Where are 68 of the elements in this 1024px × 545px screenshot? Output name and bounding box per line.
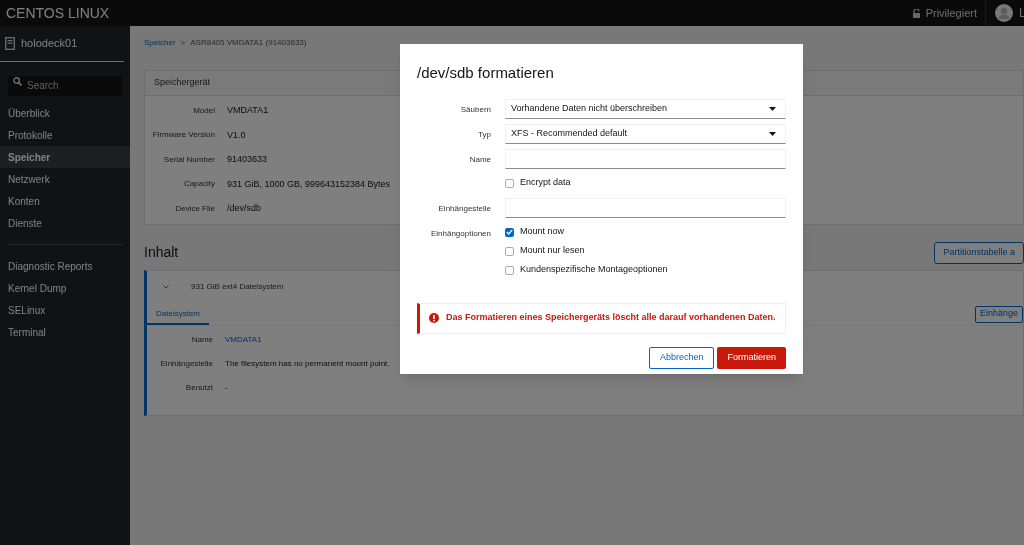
checkbox[interactable] — [505, 227, 514, 237]
search-icon — [13, 77, 22, 86]
checkbox[interactable] — [505, 178, 514, 188]
brand-title: CENTOS LINUX — [6, 3, 110, 23]
avatar-icon[interactable] — [995, 4, 1013, 22]
format-button[interactable]: Formatieren — [717, 346, 786, 369]
field-value: /dev/sdb — [227, 202, 262, 215]
field-label: Serial Number — [162, 153, 215, 166]
field-label: Einhängestelle — [438, 202, 491, 215]
search-field[interactable]: Search — [8, 75, 122, 96]
server-icon — [5, 37, 15, 50]
host-name[interactable]: holodeck01 — [21, 35, 78, 52]
field-label: Name — [469, 153, 491, 166]
tab[interactable]: Dateisystem — [147, 307, 209, 325]
nav-item[interactable]: Kernel Dump — [0, 277, 130, 299]
alert-message: Das Formatieren eines Speichergeräts löscht alle darauf vorhandenen Daten. — [446, 311, 776, 325]
field-label: Einhängestelle — [159, 357, 213, 370]
field-label: Name — [190, 333, 213, 346]
field-label: Säubern — [460, 103, 491, 116]
field-label: Model — [192, 104, 215, 117]
field-label: Firmware Version — [151, 129, 215, 142]
caret-down-icon — [769, 106, 776, 111]
card-title: Speichergerät — [154, 76, 211, 90]
field-value: V1.0 — [227, 128, 246, 142]
checkbox-label[interactable]: Kundenspezifische Montageoptionen — [520, 263, 668, 277]
field-label: Typ — [478, 128, 491, 141]
dialog-title: /dev/sdb formatieren — [417, 63, 555, 83]
checkbox[interactable] — [505, 265, 514, 275]
entry-title: 931 GiB ext4 Dateisystem — [191, 281, 284, 293]
chevron-down-icon[interactable] — [163, 285, 169, 289]
text-field[interactable] — [505, 148, 786, 169]
mount-button[interactable]: Einhänge — [974, 305, 1023, 323]
select-field[interactable]: Vorhandene Daten nicht überschreiben — [505, 98, 786, 119]
checkbox[interactable] — [505, 246, 514, 256]
nav-item[interactable]: Netzwerk — [0, 168, 130, 190]
caret-down-icon — [769, 131, 776, 136]
nav-item[interactable]: Konten — [0, 190, 130, 212]
exclamation-icon — [429, 313, 439, 323]
checkbox-label[interactable]: Mount now — [520, 225, 565, 239]
field-label: Benutzt — [184, 381, 213, 394]
nav-item[interactable]: Protokolle — [0, 124, 130, 146]
checkbox-label[interactable]: Encrypt data — [520, 176, 571, 190]
breadcrumb-separator: > — [180, 37, 186, 49]
select-field[interactable]: XFS - Recommended default — [505, 123, 786, 144]
text-field[interactable] — [505, 197, 786, 218]
nav-item[interactable]: Dienste — [0, 212, 130, 234]
nav-item[interactable]: Speicher — [0, 146, 130, 168]
nav-item[interactable]: Überblick — [0, 102, 130, 124]
field-value: - — [225, 381, 228, 394]
cancel-button[interactable]: Abbrechen — [648, 346, 715, 369]
name-link[interactable]: VMDATA1 — [225, 333, 262, 346]
field-value: The filesystem has no permanent mount point. — [225, 357, 390, 370]
lock-icon — [912, 8, 920, 18]
field-value: VMDATA1 — [227, 104, 269, 117]
nav-item[interactable]: SELinux — [0, 299, 130, 321]
checkbox-label[interactable]: Mount nur lesen — [520, 244, 585, 258]
nav-item[interactable]: Terminal — [0, 321, 130, 343]
nav-item[interactable]: Diagnostic Reports — [0, 255, 130, 277]
privilege-link[interactable]: Privilegiert — [925, 4, 985, 22]
field-value: 91403633 — [227, 153, 268, 166]
field-label: Device File — [174, 202, 215, 215]
breadcrumb-link[interactable]: Speicher — [144, 37, 176, 49]
field-label: Capacity — [182, 178, 215, 191]
partition-table-button[interactable]: Partitionstabelle a — [934, 241, 1024, 264]
breadcrumb-current: ASR8405 VMDATA1 (91403633) — [190, 37, 307, 49]
section-title: Inhalt — [144, 243, 179, 262]
field-label: Einhängoptionen — [430, 227, 491, 240]
field-value: 931 GiB, 1000 GB, 999643152384 Bytes — [227, 177, 391, 191]
